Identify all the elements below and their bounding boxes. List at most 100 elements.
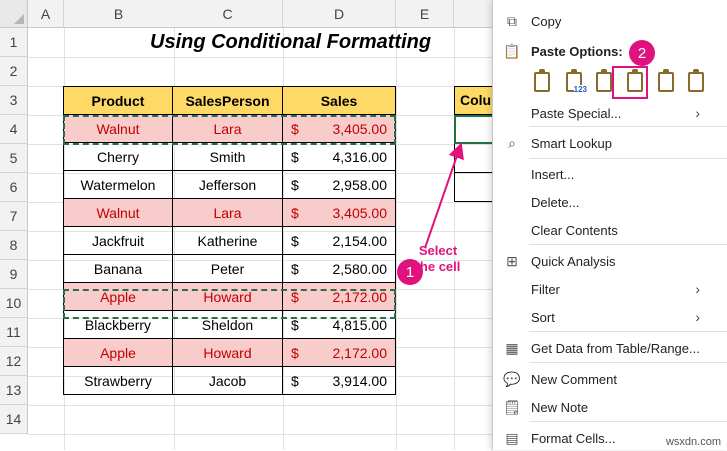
- sheet-title: Using Conditional Formatting: [150, 31, 432, 53]
- sales-amount: 2,172.00: [332, 344, 388, 361]
- watermark: wsxdn.com: [665, 436, 721, 448]
- salesperson-cell[interactable]: Howard: [172, 282, 283, 311]
- table-row: Walnut Lara $3,405.00: [63, 114, 396, 143]
- menu-get-data[interactable]: ▦ Get Data from Table/Range...: [493, 335, 727, 361]
- menu-copy[interactable]: ⧉ Copy: [493, 8, 727, 34]
- table-row: Apple Howard $2,172.00: [63, 338, 396, 367]
- paste-values-button[interactable]: 123: [561, 68, 587, 96]
- product-cell[interactable]: Walnut: [63, 198, 173, 227]
- menu-new-note-label: New Note: [531, 399, 589, 415]
- salesperson-cell[interactable]: Howard: [172, 338, 283, 367]
- column-header[interactable]: C: [173, 0, 283, 28]
- menu-quick-analysis[interactable]: ⊞ Quick Analysis: [493, 248, 727, 274]
- paste-options-label: Paste Options:: [531, 43, 623, 59]
- note-icon: 🗒: [503, 398, 521, 415]
- row-header[interactable]: 13: [0, 376, 28, 405]
- side-table-cell[interactable]: [454, 144, 494, 173]
- row-header[interactable]: 7: [0, 202, 28, 231]
- table-row: Walnut Lara $3,405.00: [63, 198, 396, 227]
- sales-amount: 3,405.00: [332, 120, 388, 137]
- sales-value: $4,316.00: [283, 149, 395, 165]
- col-header-product[interactable]: Product: [63, 86, 173, 115]
- menu-insert[interactable]: Insert...: [493, 161, 727, 187]
- salesperson-cell[interactable]: Sheldon: [172, 310, 283, 339]
- row-header[interactable]: 2: [0, 57, 28, 86]
- sales-cell[interactable]: $3,914.00: [282, 366, 396, 395]
- sales-cell[interactable]: $2,172.00: [282, 282, 396, 311]
- menu-filter[interactable]: Filter ›: [493, 276, 727, 302]
- product-cell[interactable]: Strawberry: [63, 366, 173, 395]
- row-header[interactable]: 11: [0, 318, 28, 347]
- menu-new-comment[interactable]: 💬 New Comment: [493, 366, 727, 392]
- select-all-corner[interactable]: [0, 0, 28, 28]
- side-table: Colu: [454, 86, 494, 202]
- column-header[interactable]: [454, 0, 493, 28]
- product-cell[interactable]: Apple: [63, 338, 173, 367]
- menu-new-note[interactable]: 🗒 New Note: [493, 394, 727, 420]
- menu-sort[interactable]: Sort ›: [493, 304, 727, 330]
- sales-cell[interactable]: $3,405.00: [282, 198, 396, 227]
- column-header[interactable]: D: [283, 0, 396, 28]
- chevron-right-icon: ›: [695, 105, 700, 121]
- currency-symbol: $: [291, 344, 299, 361]
- salesperson-cell[interactable]: Lara: [172, 198, 283, 227]
- product-cell[interactable]: Walnut: [63, 114, 173, 143]
- row-header[interactable]: 9: [0, 260, 28, 289]
- row-header[interactable]: 12: [0, 347, 28, 376]
- menu-get-data-label: Get Data from Table/Range...: [531, 340, 700, 356]
- column-header[interactable]: E: [396, 0, 454, 28]
- paste-picture-button[interactable]: [683, 68, 709, 96]
- product-cell[interactable]: Cherry: [63, 142, 173, 171]
- menu-clear-contents[interactable]: Clear Contents: [493, 217, 727, 243]
- product-cell[interactable]: Watermelon: [63, 170, 173, 199]
- product-cell[interactable]: Banana: [63, 254, 173, 283]
- salesperson-cell[interactable]: Katherine: [172, 226, 283, 255]
- format-cells-icon: ▤: [505, 429, 519, 446]
- table-row: Strawberry Jacob $3,914.00: [63, 366, 396, 395]
- column-header[interactable]: B: [64, 0, 174, 28]
- menu-paste-special[interactable]: Paste Special... ›: [493, 100, 727, 126]
- salesperson-cell[interactable]: Jacob: [172, 366, 283, 395]
- menu-format-cells-label: Format Cells...: [531, 430, 616, 446]
- product-cell[interactable]: Jackfruit: [63, 226, 173, 255]
- column-header[interactable]: A: [28, 0, 64, 28]
- row-header[interactable]: 10: [0, 289, 28, 318]
- row-header[interactable]: 8: [0, 231, 28, 260]
- menu-delete[interactable]: Delete...: [493, 189, 727, 215]
- col-header-salesperson[interactable]: SalesPerson: [172, 86, 283, 115]
- salesperson-cell[interactable]: Peter: [172, 254, 283, 283]
- menu-separator: [529, 126, 727, 127]
- col-header-sales[interactable]: Sales: [282, 86, 396, 115]
- row-header[interactable]: 1: [0, 28, 28, 57]
- sales-cell[interactable]: $4,316.00: [282, 142, 396, 171]
- row-header[interactable]: 4: [0, 115, 28, 144]
- sales-amount: 2,958.00: [332, 176, 388, 193]
- row-header[interactable]: 6: [0, 173, 28, 202]
- sales-value: $4,815.00: [283, 317, 395, 333]
- sales-value: $2,580.00: [283, 261, 395, 277]
- paste-button[interactable]: [529, 68, 555, 96]
- salesperson-cell[interactable]: Jefferson: [172, 170, 283, 199]
- side-table-header[interactable]: Colu: [454, 86, 494, 115]
- sales-cell[interactable]: $2,154.00: [282, 226, 396, 255]
- row-header[interactable]: 5: [0, 144, 28, 173]
- chevron-right-icon: ›: [695, 281, 700, 297]
- table-row: Blackberry Sheldon $4,815.00: [63, 310, 396, 339]
- sales-value: $2,172.00: [283, 345, 395, 361]
- product-cell[interactable]: Blackberry: [63, 310, 173, 339]
- sales-cell[interactable]: $4,815.00: [282, 310, 396, 339]
- sales-cell[interactable]: $2,172.00: [282, 338, 396, 367]
- salesperson-cell[interactable]: Lara: [172, 114, 283, 143]
- side-table-cell[interactable]: [454, 173, 494, 202]
- product-cell[interactable]: Apple: [63, 282, 173, 311]
- sales-cell[interactable]: $2,580.00: [282, 254, 396, 283]
- paste-link-button[interactable]: [653, 68, 679, 96]
- menu-smart-lookup[interactable]: ⌕ Smart Lookup: [493, 130, 727, 156]
- selected-cell[interactable]: [454, 115, 494, 144]
- row-header[interactable]: 3: [0, 86, 28, 115]
- row-header[interactable]: 14: [0, 405, 28, 434]
- sales-cell[interactable]: $3,405.00: [282, 114, 396, 143]
- paste-formatting-highlight: [612, 66, 648, 99]
- sales-cell[interactable]: $2,958.00: [282, 170, 396, 199]
- salesperson-cell[interactable]: Smith: [172, 142, 283, 171]
